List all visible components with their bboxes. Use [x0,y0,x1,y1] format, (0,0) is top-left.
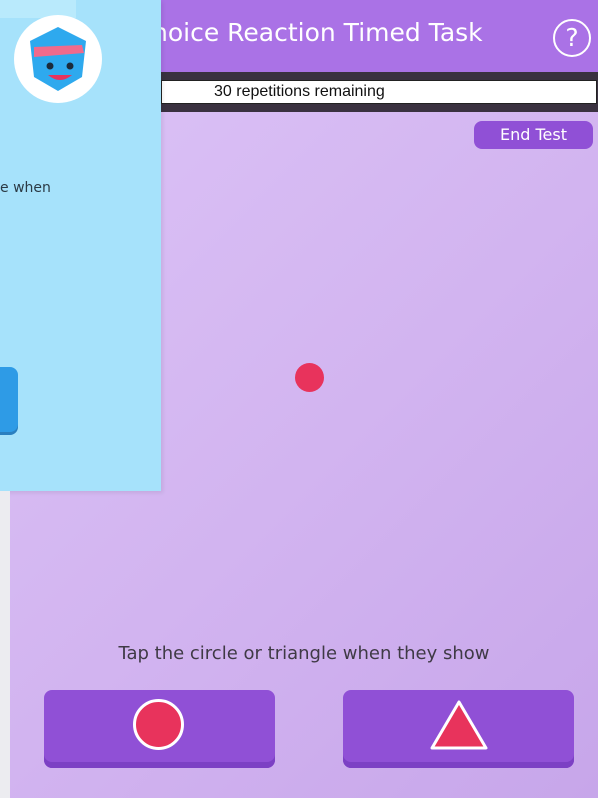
instruction-text: Tap the circle or triangle when they sho… [118,643,490,664]
avatar [14,15,102,103]
repetitions-remaining: 30 repetitions remaining [214,83,385,100]
circle-icon [133,699,184,750]
circle-response-button[interactable] [44,690,275,768]
stimulus-circle [295,363,324,392]
overlay-text: e when [0,180,51,196]
counter-box: 30 repetitions remaining [161,80,597,104]
robot-mascot-icon [30,27,86,91]
page-title: hoice Reaction Timed Task [152,18,483,47]
instruction-overlay-panel: e when [0,0,161,491]
end-test-button[interactable]: End Test [474,121,593,149]
overlay-continue-button[interactable] [0,367,18,432]
left-edge [0,491,10,798]
triangle-icon [430,700,488,750]
triangle-response-button[interactable] [343,690,574,768]
help-icon[interactable]: ? [553,19,591,57]
